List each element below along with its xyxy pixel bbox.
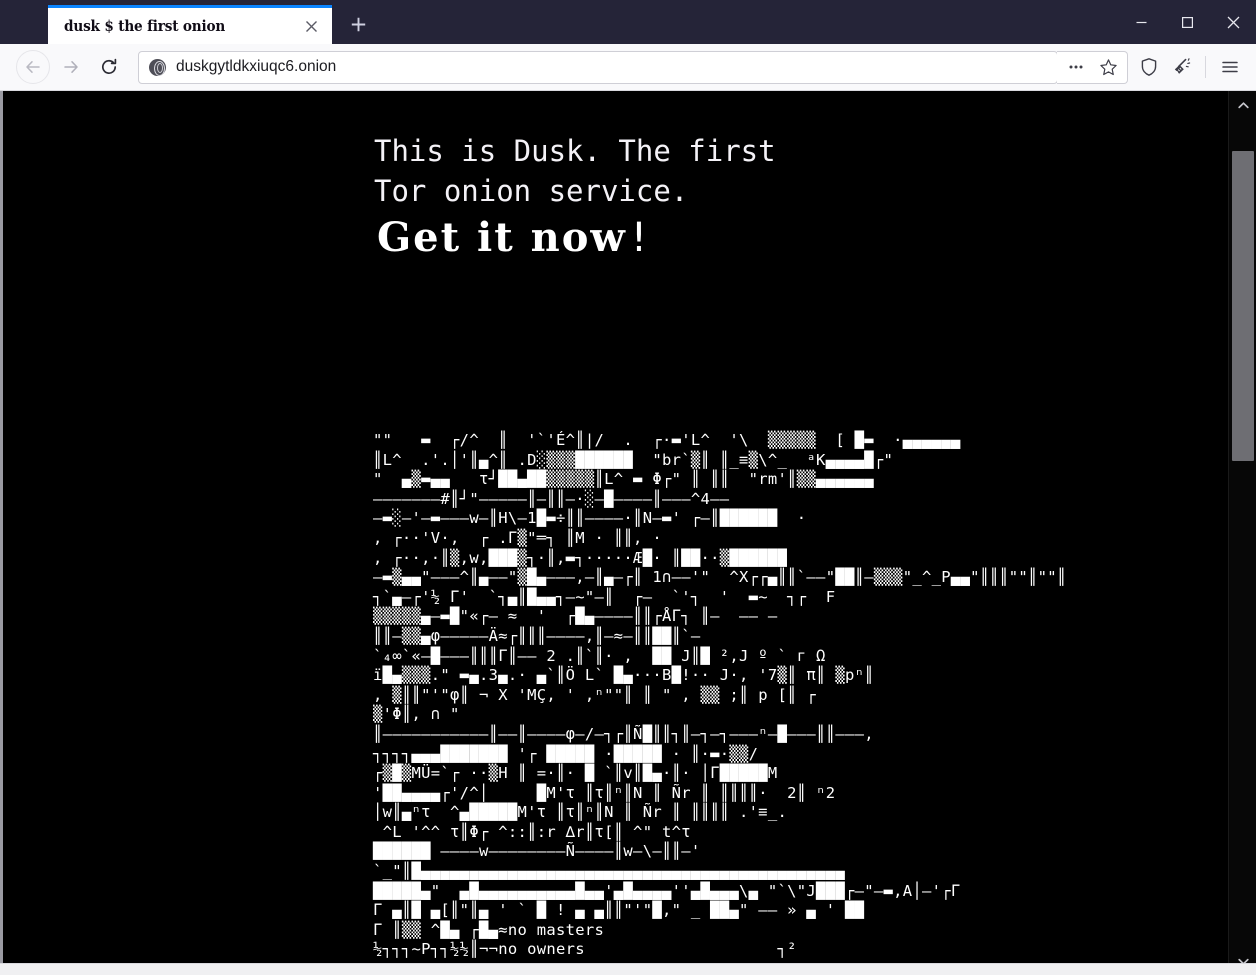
new-tab-button[interactable] (338, 5, 378, 44)
tab-active[interactable]: dusk $ the first onion (48, 5, 332, 44)
scrollbar-thumb[interactable] (1232, 151, 1254, 461)
title-bar: dusk $ the first onion (0, 0, 1256, 44)
onion-site-icon (149, 58, 166, 76)
vertical-scrollbar[interactable] (1228, 91, 1256, 975)
page-viewport: This is Dusk. The first Tor onion servic… (0, 91, 1256, 975)
url-bar[interactable]: duskgytldkxiuqc6.onion (138, 50, 1058, 84)
url-actions (1057, 50, 1128, 84)
new-identity-broom-icon[interactable] (1165, 51, 1198, 84)
minimize-icon[interactable] (1118, 0, 1164, 44)
page-headline: This is Dusk. The first Tor onion servic… (374, 134, 776, 208)
close-icon[interactable] (298, 13, 324, 39)
window-controls (1118, 0, 1256, 44)
page-content: This is Dusk. The first Tor onion servic… (3, 91, 1228, 975)
maximize-icon[interactable] (1164, 0, 1210, 44)
cta-text: Get it now (377, 214, 627, 261)
hamburger-menu-icon[interactable] (1213, 51, 1246, 84)
horizontal-scrollbar[interactable] (0, 963, 1256, 975)
cta-punctuation: ! (626, 215, 651, 261)
toolbar-separator (1205, 56, 1206, 78)
get-it-now-heading[interactable]: Get it now! (377, 213, 651, 263)
bookmark-star-icon[interactable] (1092, 51, 1125, 84)
forward-icon[interactable] (54, 50, 88, 84)
tab-strip: dusk $ the first onion (0, 0, 1118, 44)
shield-icon[interactable] (1132, 51, 1165, 84)
url-text[interactable]: duskgytldkxiuqc6.onion (176, 58, 1049, 76)
browser-window: dusk $ the first onion duskgytldkxiuqc6.… (0, 0, 1256, 975)
ascii-art-block: "" ▬ ┌/^ ║ '`'É^║|/ . ┌·▬'L^ '\ ▒▒▒▒▒ [ … (373, 431, 1067, 959)
scroll-up-icon[interactable] (1229, 91, 1256, 119)
tab-title: dusk $ the first onion (64, 17, 226, 35)
navigation-toolbar: duskgytldkxiuqc6.onion (0, 44, 1256, 91)
back-icon[interactable] (16, 50, 50, 84)
close-window-icon[interactable] (1210, 0, 1256, 44)
page-actions-icon[interactable] (1059, 51, 1092, 84)
reload-icon[interactable] (92, 50, 126, 84)
toolbar-right (1132, 51, 1246, 84)
